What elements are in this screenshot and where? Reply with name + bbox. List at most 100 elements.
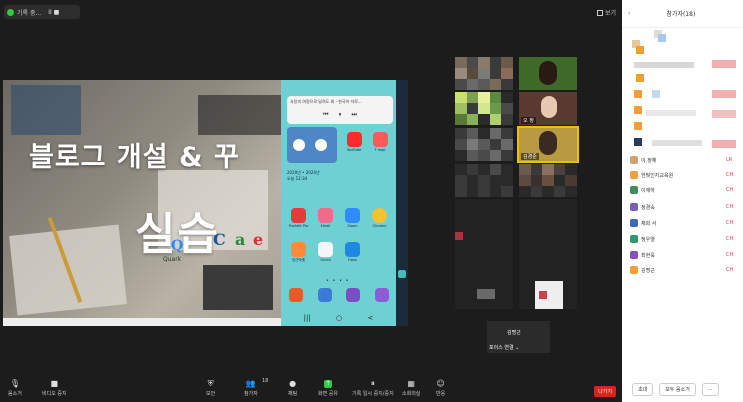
self-view-tile[interactable]: 김명근 포이스 연결 ⌄ <box>487 321 550 353</box>
prev-track-icon[interactable]: ⏮ <box>323 111 328 119</box>
chat-app-icon[interactable] <box>374 288 389 302</box>
music-notification[interactable]: 사랑의 여정으로 달려도 회 - 한국어 자로... ⏮ ⏸ ⏭ <box>287 96 393 124</box>
back-icon[interactable]: < <box>367 314 373 322</box>
record-button[interactable]: ⏸ 기록 일시 중지/중지 <box>352 380 394 398</box>
avatar <box>455 232 463 240</box>
participant-count: 18 <box>262 378 269 384</box>
video-tile[interactable] <box>455 57 513 90</box>
panel-header: ‹ 참가자(18) <box>622 0 743 28</box>
app-gmail[interactable]: Gmail <box>312 242 339 263</box>
app-tmap[interactable]: T map <box>367 132 393 152</box>
recent-apps-icon[interactable]: ||| <box>304 314 311 322</box>
chat-bubble-icon: ● <box>289 379 297 388</box>
participant-row[interactable]: 이재하 CH <box>630 186 733 194</box>
video-tile[interactable] <box>519 164 577 197</box>
participant-name: 최현욱 <box>641 252 655 259</box>
tile-name: 김경준 <box>521 153 539 160</box>
tmap-icon <box>372 132 388 147</box>
app-chrome[interactable]: Chrome <box>366 208 393 228</box>
participant-row[interactable]: 김명근 CH <box>630 266 733 274</box>
mic-muted-icon[interactable]: CH <box>726 204 733 210</box>
video-tile[interactable] <box>455 199 513 309</box>
mic-muted-icon[interactable]: CH <box>726 172 733 178</box>
video-tile[interactable] <box>519 199 577 309</box>
security-button[interactable]: ⛨ 보안 <box>206 380 215 398</box>
youtube-icon <box>346 132 362 147</box>
next-track-icon[interactable]: ⏭ <box>352 111 357 119</box>
people-icon: 👥 <box>245 379 256 388</box>
slide-title: 블로그 개설 & 꾸 <box>29 142 240 173</box>
video-tile[interactable] <box>519 57 577 90</box>
mic-muted-icon[interactable]: LR <box>726 157 732 163</box>
participant-row[interactable]: 한빛인지교육원 CH <box>630 171 733 179</box>
mic-muted-icon[interactable]: CH <box>726 220 733 226</box>
pause-icon[interactable]: ⏸ <box>338 111 341 119</box>
messages-app-icon[interactable] <box>317 288 332 302</box>
avatar <box>658 34 666 42</box>
participant-face <box>539 61 557 85</box>
invite-button[interactable]: 초대 <box>632 383 654 396</box>
app-karrot[interactable]: 당근마켓 <box>285 242 312 263</box>
view-button[interactable]: 보기 <box>596 8 616 17</box>
collapse-icon[interactable]: ‹ <box>628 10 630 17</box>
mirror-side-toolbar[interactable] <box>396 80 408 326</box>
mic-muted-icon[interactable]: CH <box>726 187 733 193</box>
participants-button[interactable]: 👥 참가자 <box>244 379 258 398</box>
info-line: 오늘 12:34 <box>287 176 308 181</box>
app-zoom[interactable]: Zoom <box>339 208 366 228</box>
participant-row[interactable]: 정우열 CH <box>630 235 733 243</box>
widget-icon <box>315 139 327 151</box>
phone-app-icon[interactable] <box>289 288 303 302</box>
mute-all-button[interactable]: 모두 음소거 <box>659 383 696 396</box>
reactions-button[interactable]: ☺ 반응 <box>436 380 446 398</box>
home-icon[interactable]: ○ <box>336 314 342 322</box>
breakout-rooms-button[interactable]: ▦ 소회의실 <box>402 380 420 398</box>
app-youtube[interactable]: YouTube <box>341 132 367 152</box>
leave-button[interactable]: 나가기 <box>594 386 616 397</box>
video-tile[interactable] <box>455 128 513 161</box>
weather-widget[interactable] <box>287 127 337 163</box>
top-bar: 기록 중... II ■ 보기 <box>0 0 622 26</box>
blurred-row <box>646 110 696 116</box>
avatar <box>477 289 495 299</box>
recording-indicator[interactable]: 기록 중... II ■ <box>4 5 80 19</box>
video-tile[interactable] <box>455 92 513 125</box>
avatar <box>630 251 638 259</box>
share-screen-button[interactable]: ↑ 화면 공유 <box>318 380 338 397</box>
mic-muted-icon[interactable]: CH <box>726 236 733 242</box>
mic-muted-icon[interactable]: CH <box>726 252 733 258</box>
recording-controls[interactable]: II ■ <box>48 9 59 16</box>
video-tile[interactable] <box>455 164 513 197</box>
participant-row[interactable]: 이 정혜 LR <box>630 156 732 164</box>
active-speaker-tile[interactable]: 김경준 <box>517 126 579 163</box>
flash-icon <box>345 242 360 257</box>
mic-muted-icon[interactable]: CH <box>726 267 733 273</box>
blurred-row <box>652 140 702 146</box>
karrot-icon <box>291 242 306 257</box>
avatar <box>630 266 638 274</box>
info-widget: 2020년 • 2024년 오늘 12:34 <box>287 170 367 192</box>
stop-video-button[interactable]: ■ 비디오 중지 <box>42 380 67 398</box>
video-tile[interactable]: 오 정 <box>519 92 577 125</box>
participant-row[interactable]: 정경숙 CH <box>630 203 733 211</box>
share-arrow-icon: ↑ <box>324 380 332 388</box>
reactions-label: 반응 <box>436 391 446 397</box>
avatar-mark <box>539 291 547 299</box>
avatar <box>630 156 638 164</box>
blurred-row <box>712 60 736 68</box>
more-button[interactable]: ... <box>701 383 719 396</box>
app-flash[interactable]: Flash <box>339 242 366 263</box>
mute-button[interactable]: 🎙 음소거 <box>8 380 22 398</box>
participant-row[interactable]: 최현욱 CH <box>630 251 733 259</box>
participant-row[interactable]: 채희 서 CH <box>630 219 733 227</box>
avatar <box>634 138 642 146</box>
avatar <box>630 235 638 243</box>
apps-drawer-icon[interactable] <box>346 288 361 302</box>
app-row-2: Pushbit Pro Email Zoom Chrome <box>285 208 393 228</box>
android-icon[interactable] <box>398 270 406 278</box>
app-row-1: YouTube T map <box>341 132 393 152</box>
voice-status[interactable]: 포이스 연결 ⌄ <box>489 344 519 351</box>
app-email[interactable]: Email <box>312 208 339 228</box>
chat-button[interactable]: ● 채팅 <box>288 379 297 398</box>
app-pushbit[interactable]: Pushbit Pro <box>285 208 312 228</box>
